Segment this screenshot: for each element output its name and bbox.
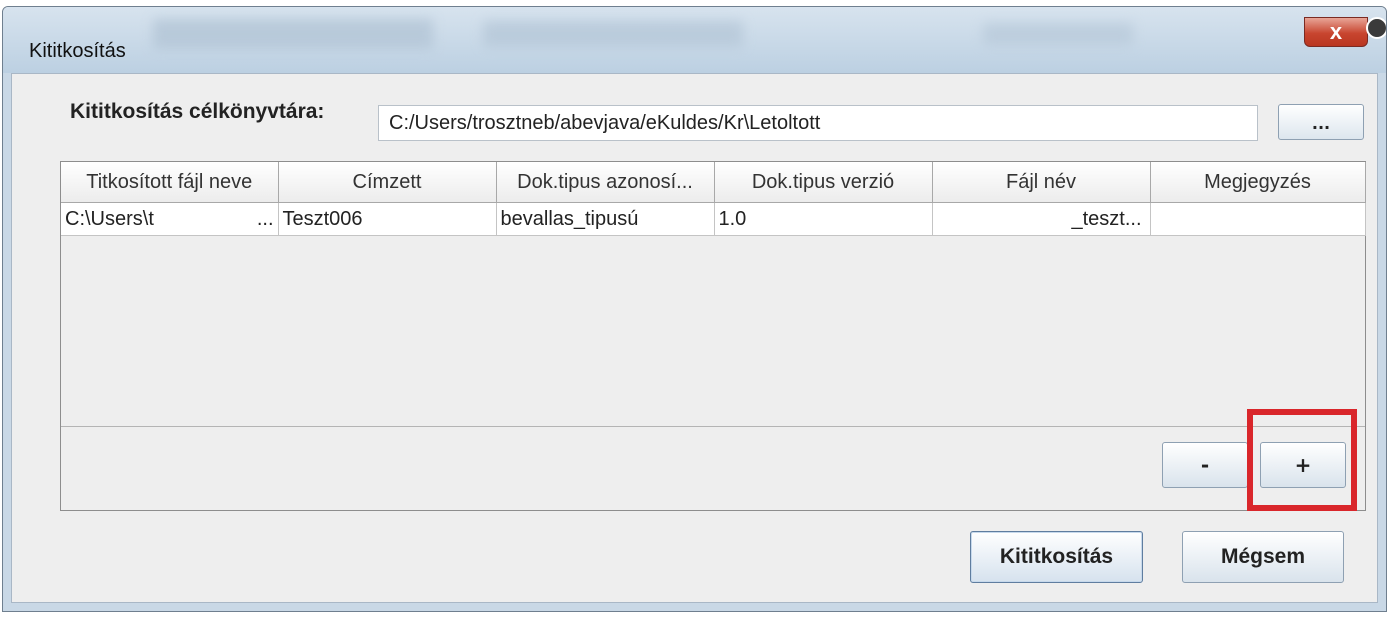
remove-row-button[interactable]: - [1162,442,1248,488]
column-header-doc-type-version[interactable]: Dok.tipus verzió [714,162,933,203]
close-button[interactable]: x [1304,17,1368,47]
cell-recipient[interactable]: Teszt006 [278,202,497,236]
target-folder-input[interactable]: C:/Users/trosztneb/abevjava/eKuldes/Kr\L… [378,105,1258,141]
background-blur [483,21,743,47]
cell-ellipsis: ... [256,207,274,230]
column-header-doc-type-id[interactable]: Dok.tipus azonosí... [496,162,715,203]
files-table-grid: Titkosított fájl neve Címzett Dok.tipus … [61,162,1366,236]
cell-note[interactable] [1150,202,1366,236]
column-header-file-name[interactable]: Fájl név [932,162,1151,203]
decrypt-button[interactable]: Kititkosítás [970,531,1143,583]
cell-file-name[interactable]: _teszt... [932,202,1151,236]
cell-doc-type-version[interactable]: 1.0 [714,202,933,236]
close-icon: x [1329,19,1343,44]
cell-encrypted-file-text: C:\Users\t [65,207,154,230]
dialog-content: Kititkosítás célkönyvtára: C:/Users/tros… [11,73,1378,603]
table-header-row: Titkosított fájl neve Címzett Dok.tipus … [61,162,1366,203]
title-bar[interactable]: Kititkosítás x [3,7,1386,73]
column-header-recipient[interactable]: Címzett [278,162,497,203]
window-title: Kititkosítás [29,40,126,62]
table-row[interactable]: C:\Users\t ... Teszt006 bevallas_tipusú … [61,202,1366,236]
browse-button[interactable]: ... [1278,104,1364,140]
target-folder-label: Kititkosítás célkönyvtára: [70,100,325,123]
column-header-encrypted-file[interactable]: Titkosított fájl neve [61,162,279,203]
cancel-button[interactable]: Mégsem [1182,531,1344,583]
column-header-note[interactable]: Megjegyzés [1150,162,1366,203]
cell-encrypted-file[interactable]: C:\Users\t ... [61,202,279,236]
dialog-window: Kititkosítás x Kititkosítás célkönyvtára… [2,6,1387,612]
table-divider [61,426,1365,427]
cell-doc-type-id[interactable]: bevallas_tipusú [496,202,715,236]
background-blur [153,19,433,49]
background-blur [983,23,1133,45]
add-row-button[interactable]: + [1260,442,1346,488]
overlay-icon [1366,17,1386,39]
